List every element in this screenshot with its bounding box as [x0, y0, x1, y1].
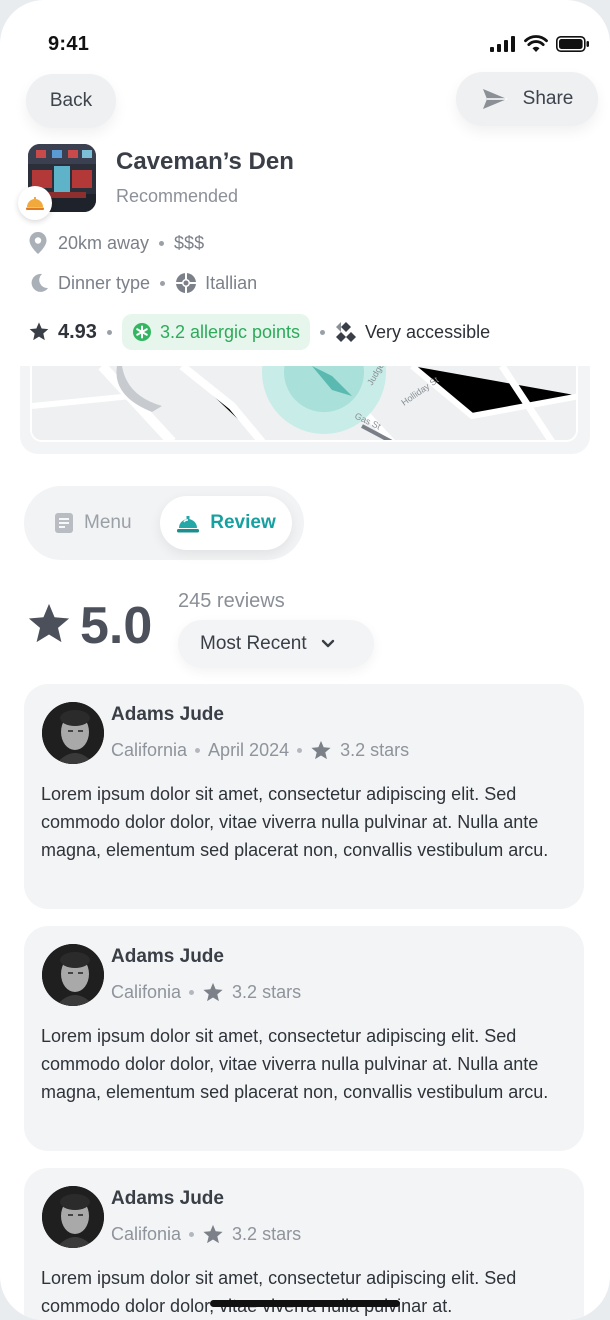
sort-dropdown[interactable]: Most Recent	[178, 620, 374, 668]
tab-review[interactable]: Review	[160, 496, 292, 550]
accessibility-text: Very accessible	[365, 321, 491, 342]
share-button[interactable]: Share	[456, 72, 598, 126]
map-preview[interactable]: Gas St Holliday St Judge St	[30, 366, 578, 442]
reviewer-name: Adams Jude	[111, 1188, 224, 1209]
review-text: Lorem ipsum dolor sit amet, consectetur …	[41, 784, 549, 860]
separator-dot	[160, 280, 166, 286]
restaurant-name: Caveman’s Den	[116, 148, 294, 175]
review-card: Adams Jude California April 2024 3.2 sta…	[24, 684, 584, 909]
avatar	[42, 944, 104, 1006]
separator-dot	[195, 748, 201, 753]
review-count: 245 reviews	[178, 590, 285, 612]
separator-dot	[159, 240, 165, 246]
share-send-icon	[482, 89, 507, 109]
separator-dot	[106, 329, 112, 335]
separator-dot	[189, 990, 195, 995]
price-text: $$$	[174, 232, 205, 253]
rating-row: 4.93 3.2 allergic points Very accessible	[28, 314, 490, 350]
back-button[interactable]: Back	[26, 74, 116, 128]
cloche-icon	[26, 197, 44, 210]
tab-menu-label: Menu	[84, 512, 132, 533]
star-icon	[203, 1224, 223, 1244]
review-text: Lorem ipsum dolor sit amet, consectetur …	[41, 1268, 517, 1316]
separator-dot	[297, 748, 303, 753]
wifi-icon	[524, 35, 548, 52]
tab-switcher: Menu Review	[24, 486, 304, 560]
review-bell-icon	[177, 516, 200, 533]
distance-text: 20km away	[58, 232, 150, 253]
reviewer-name: Adams Jude	[111, 946, 224, 967]
screen: 9:41 Back Share Caveman’s Den Recommende…	[0, 0, 610, 1320]
review-meta: Califonia 3.2 stars	[111, 1224, 301, 1245]
share-label: Share	[522, 88, 574, 109]
battery-icon	[556, 36, 589, 52]
review-location: California	[111, 740, 188, 760]
location-pin-icon	[29, 232, 47, 254]
separator-dot	[189, 1232, 195, 1237]
star-icon	[28, 603, 70, 643]
meal-type-text: Dinner type	[58, 272, 151, 293]
map-card[interactable]: Gas St Holliday St Judge St	[20, 366, 590, 454]
signal-icon	[490, 36, 515, 52]
home-indicator[interactable]	[210, 1300, 400, 1307]
status-icons	[490, 35, 590, 53]
review-text: Lorem ipsum dolor sit amet, consectetur …	[41, 1026, 549, 1102]
cuisine-text: Itallian	[205, 272, 258, 293]
review-stars: 3.2 stars	[340, 740, 410, 760]
star-icon	[29, 322, 49, 341]
avatar	[42, 1186, 104, 1248]
cuisine-badge	[18, 186, 52, 220]
review-date: April 2024	[208, 740, 290, 760]
review-stars: 3.2 stars	[232, 1224, 302, 1244]
average-score: 5.0	[80, 597, 153, 655]
review-stars: 3.2 stars	[232, 982, 302, 1002]
type-row: Dinner type Itallian	[28, 272, 257, 294]
sort-label: Most Recent	[200, 633, 307, 654]
menu-doc-icon	[55, 513, 73, 533]
review-meta: California April 2024 3.2 stars	[111, 740, 409, 761]
review-card: Adams Jude Califonia 3.2 stars Lorem ips…	[24, 1168, 584, 1320]
accessibility-icon	[336, 322, 357, 342]
moon-icon	[31, 273, 48, 292]
cuisine-icon	[176, 273, 197, 293]
restaurant-tag: Recommended	[116, 186, 239, 206]
allergic-points-text: 3.2 allergic points	[159, 321, 301, 342]
separator-dot	[320, 329, 326, 335]
reviewer-name: Adams Jude	[111, 704, 224, 725]
tab-review-label: Review	[210, 512, 276, 533]
allergic-points-chip[interactable]: 3.2 allergic points	[121, 314, 311, 350]
back-label: Back	[49, 90, 93, 111]
review-meta: Califonia 3.2 stars	[111, 982, 301, 1003]
review-location: Califonia	[111, 982, 182, 1002]
status-time: 9:41	[48, 33, 90, 55]
star-icon	[311, 740, 331, 760]
avatar	[42, 702, 104, 764]
rating-value: 4.93	[58, 320, 97, 343]
review-card: Adams Jude Califonia 3.2 stars Lorem ips…	[24, 926, 584, 1151]
location-row: 20km away $$$	[28, 231, 204, 255]
chevron-down-icon	[321, 639, 334, 648]
review-location: Califonia	[111, 1224, 182, 1244]
tab-menu[interactable]: Menu	[54, 496, 132, 550]
star-icon	[203, 982, 223, 1002]
allergy-icon	[132, 323, 151, 341]
